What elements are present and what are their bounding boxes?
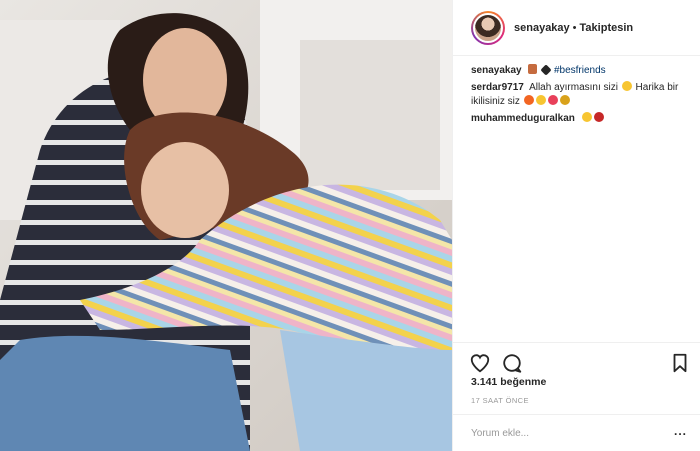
heart-eyes-icon bbox=[547, 95, 558, 105]
rose-icon bbox=[593, 112, 604, 122]
more-options-button[interactable]: ... bbox=[674, 424, 687, 438]
heart-outline-icon[interactable] bbox=[469, 352, 491, 374]
woman-couple-icon bbox=[528, 64, 538, 74]
comment-input[interactable] bbox=[471, 425, 651, 441]
comment-item: muhammeduguralkan bbox=[471, 112, 689, 126]
instagram-post: senayakay • Takiptesin senayakay #besfrien… bbox=[0, 0, 700, 451]
trophy-icon bbox=[559, 95, 570, 105]
comment-item: senayakay #besfriends bbox=[471, 64, 689, 78]
header-username[interactable]: senayakay bbox=[514, 22, 570, 34]
header-separator: • bbox=[572, 21, 577, 34]
header-text: senayakay • Takiptesin bbox=[514, 22, 633, 34]
post-photo[interactable] bbox=[0, 0, 452, 451]
blush-icon bbox=[535, 95, 546, 105]
comment-text: Allah ayırmasını sizi bbox=[529, 82, 618, 93]
heart-black-icon bbox=[540, 64, 552, 76]
add-comment-bar: ... bbox=[453, 414, 700, 451]
post-header: senayakay • Takiptesin bbox=[453, 0, 700, 56]
post-actions bbox=[453, 342, 700, 380]
post-side-panel: senayakay • Takiptesin senayakay #besfrien… bbox=[452, 0, 700, 451]
smile-icon bbox=[581, 112, 592, 122]
likes-count[interactable]: 3.141 beğenme bbox=[471, 376, 546, 388]
comment-username[interactable]: senayakay bbox=[471, 65, 522, 76]
fire-icon bbox=[523, 95, 534, 105]
post-timestamp[interactable]: 17 SAAT ÖNCE bbox=[471, 396, 529, 405]
bookmark-icon[interactable] bbox=[669, 352, 691, 374]
comment-username[interactable]: serdar9717 bbox=[471, 82, 524, 93]
follow-status[interactable]: Takiptesin bbox=[580, 22, 634, 34]
avatar[interactable] bbox=[471, 10, 505, 45]
comment-bubble-icon[interactable] bbox=[501, 352, 523, 374]
comment-item: serdar9717 Allah ayırmasını sizi Harika … bbox=[471, 81, 689, 109]
avatar-image bbox=[473, 12, 503, 43]
comment-username[interactable]: muhammeduguralkan bbox=[471, 113, 575, 124]
smile-icon bbox=[621, 81, 632, 91]
comments-list: senayakay #besfriends serdar9717 Allah a… bbox=[471, 64, 689, 129]
hashtag-link[interactable]: #besfriends bbox=[554, 65, 606, 76]
post-image bbox=[0, 0, 452, 451]
